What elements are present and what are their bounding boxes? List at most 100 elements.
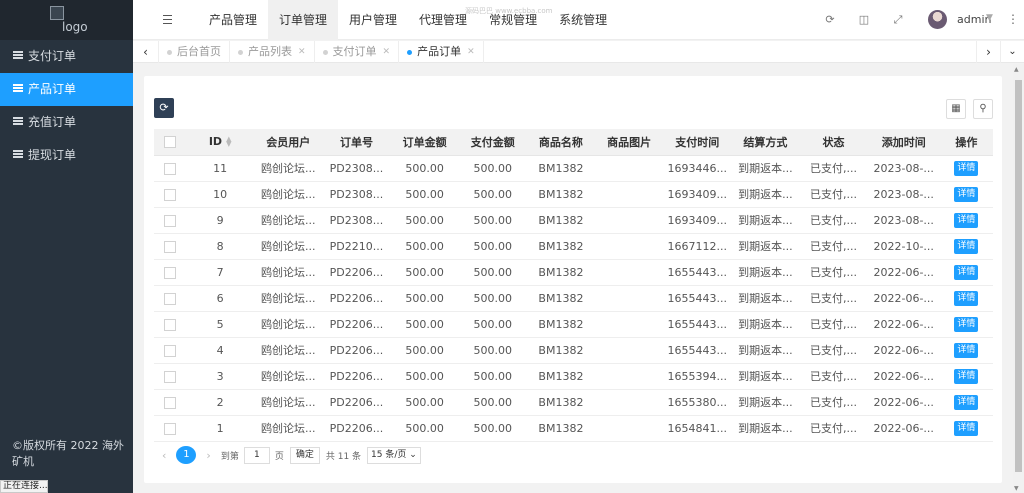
top-nav-item[interactable]: 系统管理 — [548, 0, 618, 40]
refresh-icon[interactable]: ⟳ — [823, 13, 837, 27]
page-tab[interactable]: 产品订单 ✕ — [399, 41, 484, 63]
row-checkbox[interactable] — [164, 214, 177, 227]
cell-actions: 详情 — [939, 389, 993, 416]
scrollbar-thumb[interactable] — [1015, 80, 1022, 472]
detail-button[interactable]: 详情 — [954, 213, 979, 228]
tab-scroll-left-icon[interactable]: ‹ — [133, 41, 159, 63]
cell-user: 鸥创论坛... — [254, 155, 323, 182]
top-nav-item[interactable]: 订单管理 — [268, 0, 339, 40]
row-checkbox[interactable] — [164, 240, 177, 253]
cell-status: 已支付,... — [799, 207, 868, 234]
cell-added: 2022-06-... — [867, 337, 940, 364]
sidebar-item-label: 产品订单 — [28, 82, 77, 96]
avatar[interactable] — [928, 10, 947, 29]
row-checkbox[interactable] — [164, 266, 177, 279]
row-checkbox[interactable] — [164, 396, 177, 409]
close-icon[interactable]: ✕ — [383, 41, 391, 63]
table-header: ID ▲ ▼ 会员用户 订单号 订单金额 支付金额 商品名称 商品图片 支付时间 结算方式 状态 添加时… — [154, 129, 993, 156]
page-size-select[interactable]: 15 条/页 ⌄ — [367, 446, 421, 464]
cell-settle: 到期返本... — [731, 337, 800, 364]
detail-button[interactable]: 详情 — [954, 421, 979, 436]
table-row[interactable]: 5 鸥创论坛... PD2206... 500.00 500.00 BM1382 16554… — [154, 311, 993, 338]
tab-menu-chevron-icon[interactable]: ⌄ — [1000, 41, 1024, 63]
row-checkbox[interactable] — [164, 318, 177, 331]
sidebar-item[interactable]: 支付订单 — [0, 40, 133, 73]
page-tab[interactable]: 产品列表 ✕ — [230, 41, 315, 63]
cell-image — [595, 337, 664, 364]
table-row[interactable]: 11 鸥创论坛... PD2308... 500.00 500.00 BM1382 1693… — [154, 155, 993, 182]
next-page-icon[interactable]: › — [206, 449, 210, 462]
table-row[interactable]: 1 鸥创论坛... PD2206... 500.00 500.00 BM1382 16548… — [154, 415, 993, 442]
cell-user: 鸥创论坛... — [254, 415, 323, 442]
chevron-down-icon[interactable]: ▼ — [986, 13, 993, 23]
cell-image — [595, 363, 664, 390]
page-tab[interactable]: 后台首页 — [159, 41, 230, 63]
scroll-down-icon[interactable]: ▼ — [1014, 485, 1019, 492]
cell-product: BM1382 — [526, 311, 595, 338]
page-tab[interactable]: 支付订单 ✕ — [315, 41, 400, 63]
menu-toggle-icon[interactable] — [163, 15, 172, 24]
table-row[interactable]: 10 鸥创论坛... PD2308... 500.00 500.00 BM1382 1693… — [154, 181, 993, 208]
cell-id: 4 — [186, 337, 255, 364]
close-icon[interactable]: ✕ — [298, 41, 306, 63]
sidebar-item[interactable]: 充值订单 — [0, 106, 133, 139]
cell-paid: 500.00 — [458, 259, 527, 286]
detail-button[interactable]: 详情 — [954, 161, 979, 176]
prev-page-icon[interactable]: ‹ — [162, 449, 166, 462]
top-nav-item[interactable]: 用户管理 — [338, 0, 408, 40]
row-checkbox[interactable] — [164, 422, 177, 435]
cell-product: BM1382 — [526, 155, 595, 182]
tab-label: 产品列表 — [248, 45, 292, 58]
detail-button[interactable]: 详情 — [954, 187, 979, 202]
row-select-cell — [154, 155, 187, 182]
detail-button[interactable]: 详情 — [954, 343, 979, 358]
tab-dot-icon — [407, 49, 413, 55]
detail-button[interactable]: 详情 — [954, 395, 979, 410]
scroll-up-icon[interactable]: ▲ — [1014, 66, 1019, 73]
tab-scroll-right-icon[interactable]: › — [976, 41, 1000, 63]
row-checkbox[interactable] — [164, 370, 177, 383]
table-row[interactable]: 7 鸥创论坛... PD2206... 500.00 500.00 BM1382 16554… — [154, 259, 993, 286]
table-row[interactable]: 3 鸥创论坛... PD2206... 500.00 500.00 BM1382 16553… — [154, 363, 993, 390]
row-checkbox[interactable] — [164, 188, 177, 201]
detail-button[interactable]: 详情 — [954, 369, 979, 384]
row-checkbox[interactable] — [164, 292, 177, 305]
row-checkbox[interactable] — [164, 344, 177, 357]
detail-button[interactable]: 详情 — [954, 291, 979, 306]
cell-status: 已支付,... — [799, 311, 868, 338]
cell-id: 8 — [186, 233, 255, 260]
table-row[interactable]: 8 鸥创论坛... PD2210... 500.00 500.00 BM1382 16671… — [154, 233, 993, 260]
columns-filter-icon[interactable]: ▦ — [946, 99, 966, 119]
cell-added: 2023-08-... — [867, 181, 940, 208]
cell-status: 已支付,... — [799, 155, 868, 182]
detail-button[interactable]: 详情 — [954, 265, 979, 280]
page-number-current[interactable]: 1 — [176, 446, 197, 464]
cell-image — [595, 415, 664, 442]
table-row[interactable]: 4 鸥创论坛... PD2206... 500.00 500.00 BM1382 16554… — [154, 337, 993, 364]
detail-button[interactable]: 详情 — [954, 317, 979, 332]
row-select-cell — [154, 363, 187, 390]
search-icon[interactable]: ⚲ — [973, 99, 993, 119]
row-checkbox[interactable] — [164, 162, 177, 175]
table-row[interactable]: 9 鸥创论坛... PD2308... 500.00 500.00 BM1382 16934… — [154, 207, 993, 234]
page-jump-input[interactable]: 1 — [243, 446, 270, 464]
cell-actions: 详情 — [939, 259, 993, 286]
cell-pay-time: 1655394... — [663, 363, 732, 390]
top-nav-item[interactable]: 产品管理 — [198, 0, 268, 40]
table-refresh-button[interactable]: ⟳ — [154, 98, 174, 118]
cell-added: 2023-08-... — [867, 207, 940, 234]
fullscreen-icon[interactable]: ⤢ — [891, 13, 905, 27]
table-row[interactable]: 2 鸥创论坛... PD2206... 500.00 500.00 BM1382 16553… — [154, 389, 993, 416]
table-row[interactable]: 6 鸥创论坛... PD2206... 500.00 500.00 BM1382 16554… — [154, 285, 993, 312]
column-header[interactable]: ID ▲ ▼ — [186, 129, 255, 156]
close-icon[interactable]: ✕ — [467, 41, 475, 63]
page-jump-confirm-button[interactable]: 确定 — [289, 446, 320, 464]
cell-added: 2022-06-... — [867, 415, 940, 442]
select-all-checkbox[interactable] — [164, 136, 177, 149]
sort-icon[interactable]: ▲ ▼ — [226, 136, 231, 148]
sidebar-item[interactable]: 提现订单 — [0, 139, 133, 172]
detail-button[interactable]: 详情 — [954, 239, 979, 254]
trash-icon[interactable]: ◫ — [857, 13, 871, 27]
sidebar-item[interactable]: 产品订单 — [0, 73, 133, 106]
more-vertical-icon[interactable]: ⋮ — [1007, 12, 1019, 26]
